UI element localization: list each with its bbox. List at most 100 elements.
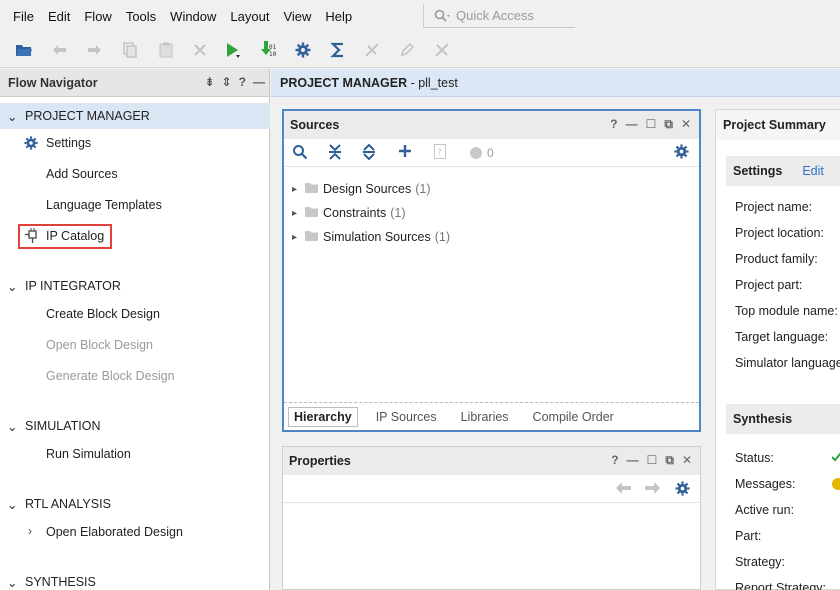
section-label: IP INTEGRATOR xyxy=(25,279,121,293)
sigma-report-icon[interactable] xyxy=(328,40,348,60)
summary-edit-link[interactable]: Edit xyxy=(802,164,824,178)
undo-icon[interactable] xyxy=(50,40,70,60)
copy-icon[interactable] xyxy=(120,40,140,60)
section-label: RTL ANALYSIS xyxy=(25,497,111,511)
flow-navigator-header: Flow Navigator ⇟ ⇕ ? — xyxy=(0,69,269,97)
folder-icon xyxy=(305,182,323,196)
tree-row-simulation-sources[interactable]: ▸ Simulation Sources (1) xyxy=(292,228,450,246)
project-manager-title: PROJECT MANAGER xyxy=(280,75,408,90)
tree-row-count: (1) xyxy=(390,206,406,220)
menu-tools[interactable]: Tools xyxy=(126,9,156,24)
menu-bar: File Edit Flow Tools Window Layout View … xyxy=(0,0,840,32)
paste-icon[interactable] xyxy=(156,40,176,60)
tab-compile-order[interactable]: Compile Order xyxy=(533,410,614,424)
help-icon[interactable]: ? xyxy=(610,117,617,132)
redo-icon[interactable] xyxy=(84,40,104,60)
pencil-disabled-icon[interactable] xyxy=(397,40,417,60)
chevron-down-icon: ⌄ xyxy=(7,109,18,124)
back-arrow-icon[interactable] xyxy=(616,482,632,497)
menu-edit[interactable]: Edit xyxy=(48,9,70,24)
tool-disabled-icon[interactable] xyxy=(432,40,452,60)
add-sources-icon[interactable] xyxy=(398,144,412,161)
minimize-icon[interactable]: — xyxy=(253,75,265,89)
maximize-icon[interactable]: ☐ xyxy=(646,117,657,132)
quick-access-placeholder: Quick Access xyxy=(456,8,535,23)
menu-layout[interactable]: Layout xyxy=(230,9,269,24)
folder-icon xyxy=(305,230,323,244)
float-icon[interactable]: ⧉ xyxy=(665,453,674,468)
program-device-icon[interactable]: 01 10 xyxy=(258,40,278,60)
menu-file[interactable]: File xyxy=(13,9,34,24)
open-project-icon[interactable] xyxy=(14,40,34,60)
nav-item-generate-block-design[interactable]: Generate Block Design xyxy=(46,367,175,385)
section-label: SYNTHESIS xyxy=(25,575,96,589)
nav-item-open-block-design[interactable]: Open Block Design xyxy=(46,336,153,354)
run-icon[interactable] xyxy=(222,40,242,60)
chevron-right-icon[interactable]: ▸ xyxy=(292,208,305,219)
chevron-right-icon[interactable]: ▸ xyxy=(292,232,305,243)
summary-row: Simulator language xyxy=(735,356,840,370)
section-simulation[interactable]: ⌄ SIMULATION xyxy=(0,413,270,439)
tree-row-label: Simulation Sources xyxy=(323,230,431,244)
flow-navigator-title: Flow Navigator xyxy=(8,75,98,90)
collapse-all-icon[interactable]: ⇟ xyxy=(205,75,215,89)
tree-row-label: Constraints xyxy=(323,206,387,220)
nav-item-settings[interactable]: Settings xyxy=(46,134,91,152)
chevron-right-icon[interactable]: › xyxy=(28,524,32,538)
delete-icon[interactable] xyxy=(190,40,210,60)
nav-item-ip-catalog[interactable]: IP Catalog xyxy=(46,227,104,245)
summary-row: Target language: xyxy=(735,330,829,344)
expand-all-icon[interactable] xyxy=(362,143,376,163)
tree-row-constraints[interactable]: ▸ Constraints (1) xyxy=(292,204,406,222)
help-icon[interactable]: ? xyxy=(611,453,618,468)
nav-item-run-simulation[interactable]: Run Simulation xyxy=(46,445,131,463)
chevron-down-icon: ⌄ xyxy=(7,497,18,512)
nav-item-language-templates[interactable]: Language Templates xyxy=(46,196,162,214)
svg-text:10: 10 xyxy=(269,51,277,58)
summary-synthesis-label: Synthesis xyxy=(733,412,793,426)
properties-panel: Properties ? — ☐ ⧉ ✕ xyxy=(282,446,701,590)
project-summary-title: Project Summary xyxy=(716,110,840,140)
source-info-icon[interactable]: ? xyxy=(434,144,446,162)
search-icon[interactable] xyxy=(292,144,308,163)
debug-disabled-icon[interactable] xyxy=(362,40,382,60)
menu-view[interactable]: View xyxy=(283,9,311,24)
nav-item-open-elaborated-design[interactable]: Open Elaborated Design xyxy=(46,523,183,541)
chevron-right-icon[interactable]: ▸ xyxy=(292,184,305,195)
messages-indicator[interactable]: 0 xyxy=(470,146,494,160)
minimize-icon[interactable]: — xyxy=(626,117,638,132)
tree-row-design-sources[interactable]: ▸ Design Sources (1) xyxy=(292,180,431,198)
maximize-icon[interactable]: ☐ xyxy=(647,453,658,468)
settings-gear-icon[interactable] xyxy=(293,40,313,60)
tab-libraries[interactable]: Libraries xyxy=(461,410,509,424)
section-synthesis[interactable]: ⌄ SYNTHESIS xyxy=(0,569,270,590)
help-icon[interactable]: ? xyxy=(239,75,246,89)
summary-settings-section: Settings Edit xyxy=(726,156,840,186)
menu-window[interactable]: Window xyxy=(170,9,216,24)
menu-help[interactable]: Help xyxy=(325,9,352,24)
sources-toolbar: ? 0 xyxy=(284,139,699,167)
properties-toolbar xyxy=(283,475,700,503)
nav-item-create-block-design[interactable]: Create Block Design xyxy=(46,305,160,323)
check-icon xyxy=(831,451,840,465)
section-ip-integrator[interactable]: ⌄ IP INTEGRATOR xyxy=(0,273,270,299)
nav-item-add-sources[interactable]: Add Sources xyxy=(46,165,118,183)
settings-gear-icon[interactable] xyxy=(675,481,690,499)
minimize-icon[interactable]: — xyxy=(627,453,639,468)
close-icon[interactable]: ✕ xyxy=(681,117,691,132)
tab-hierarchy[interactable]: Hierarchy xyxy=(288,406,358,427)
float-icon[interactable]: ⧉ xyxy=(664,117,673,132)
quick-access-input[interactable]: Quick Access xyxy=(423,4,575,28)
project-name: - pll_test xyxy=(407,75,458,90)
close-icon[interactable]: ✕ xyxy=(682,453,692,468)
section-label: PROJECT MANAGER xyxy=(25,109,150,123)
menu-flow[interactable]: Flow xyxy=(84,9,111,24)
section-label: SIMULATION xyxy=(25,419,101,433)
section-project-manager[interactable]: ⌄ PROJECT MANAGER xyxy=(0,103,270,129)
section-rtl-analysis[interactable]: ⌄ RTL ANALYSIS xyxy=(0,491,270,517)
settings-gear-icon[interactable] xyxy=(674,144,689,162)
collapse-all-icon[interactable] xyxy=(328,144,342,163)
tab-ip-sources[interactable]: IP Sources xyxy=(376,410,437,424)
expand-all-icon[interactable]: ⇕ xyxy=(222,75,232,89)
forward-arrow-icon[interactable] xyxy=(644,482,660,497)
